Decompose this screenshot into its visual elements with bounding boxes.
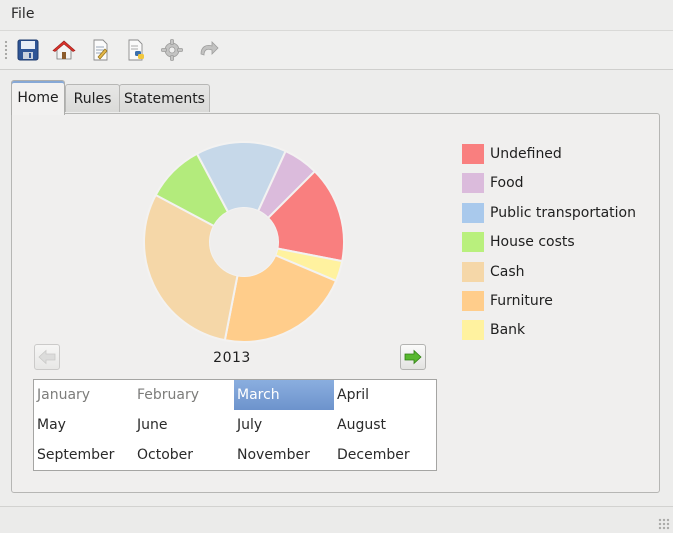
month-item[interactable]: February [134, 380, 234, 410]
next-year-button[interactable] [400, 344, 426, 370]
home-panel: Undefined Food Public transportation House … [11, 113, 660, 493]
legend-label: Public transportation [490, 204, 636, 221]
pie-chart [130, 128, 358, 356]
redo-button[interactable] [194, 36, 222, 64]
tab-statements-label: Statements [124, 90, 205, 107]
status-bar [0, 506, 673, 533]
month-item[interactable]: April [334, 380, 434, 410]
menubar: File [0, 0, 673, 30]
tab-rules[interactable]: Rules [65, 84, 120, 112]
tab-statements[interactable]: Statements [119, 84, 210, 112]
toolbar [0, 30, 673, 70]
month-item[interactable]: December [334, 440, 434, 470]
legend-label: Undefined [490, 146, 562, 162]
redo-icon [200, 41, 219, 56]
legend-swatch [462, 202, 484, 223]
legend-label: Food [490, 175, 524, 192]
month-item[interactable]: June [134, 410, 234, 440]
home-icon [52, 40, 76, 60]
legend-label: Furniture [490, 292, 553, 309]
tab-home-label: Home [17, 90, 59, 106]
month-item[interactable]: September [34, 440, 134, 470]
month-item[interactable]: October [134, 440, 234, 470]
month-item[interactable]: November [234, 440, 334, 470]
legend-swatch [462, 232, 484, 253]
month-item[interactable]: August [334, 410, 434, 440]
python-script-icon [128, 39, 144, 61]
month-item[interactable]: March [234, 380, 334, 410]
tab-home[interactable]: Home [11, 80, 65, 115]
legend-swatch [462, 261, 484, 282]
settings-icon [161, 39, 183, 61]
home-button[interactable] [50, 36, 78, 64]
edit-document-button[interactable] [86, 36, 114, 64]
legend-label: Cash [490, 263, 525, 280]
tab-rules-label: Rules [73, 90, 112, 107]
legend-label: House costs [490, 234, 575, 251]
legend-label: Bank [490, 322, 526, 339]
python-script-button[interactable] [122, 36, 150, 64]
month-item[interactable]: July [234, 410, 334, 440]
arrow-left-icon [38, 349, 56, 365]
pie-center-hole [210, 208, 278, 276]
document-edit-icon [93, 39, 108, 61]
pie-chart-svg [143, 141, 345, 343]
settings-button[interactable] [158, 36, 186, 64]
legend-swatch [462, 290, 484, 311]
year-label: 2013 [213, 350, 251, 366]
menu-file[interactable]: File [11, 6, 34, 22]
arrow-right-icon [404, 349, 422, 365]
month-item[interactable]: May [34, 410, 134, 440]
save-icon [17, 39, 39, 61]
resize-grip[interactable] [658, 518, 670, 530]
toolbar-grip[interactable] [4, 40, 8, 60]
legend-swatch [462, 173, 484, 194]
month-item[interactable]: January [34, 380, 134, 410]
save-button[interactable] [14, 36, 42, 64]
month-grid: January February March April May June July Augu… [33, 379, 437, 471]
legend-swatch [462, 320, 484, 341]
legend-swatch [462, 144, 484, 164]
prev-year-button[interactable] [34, 344, 60, 370]
